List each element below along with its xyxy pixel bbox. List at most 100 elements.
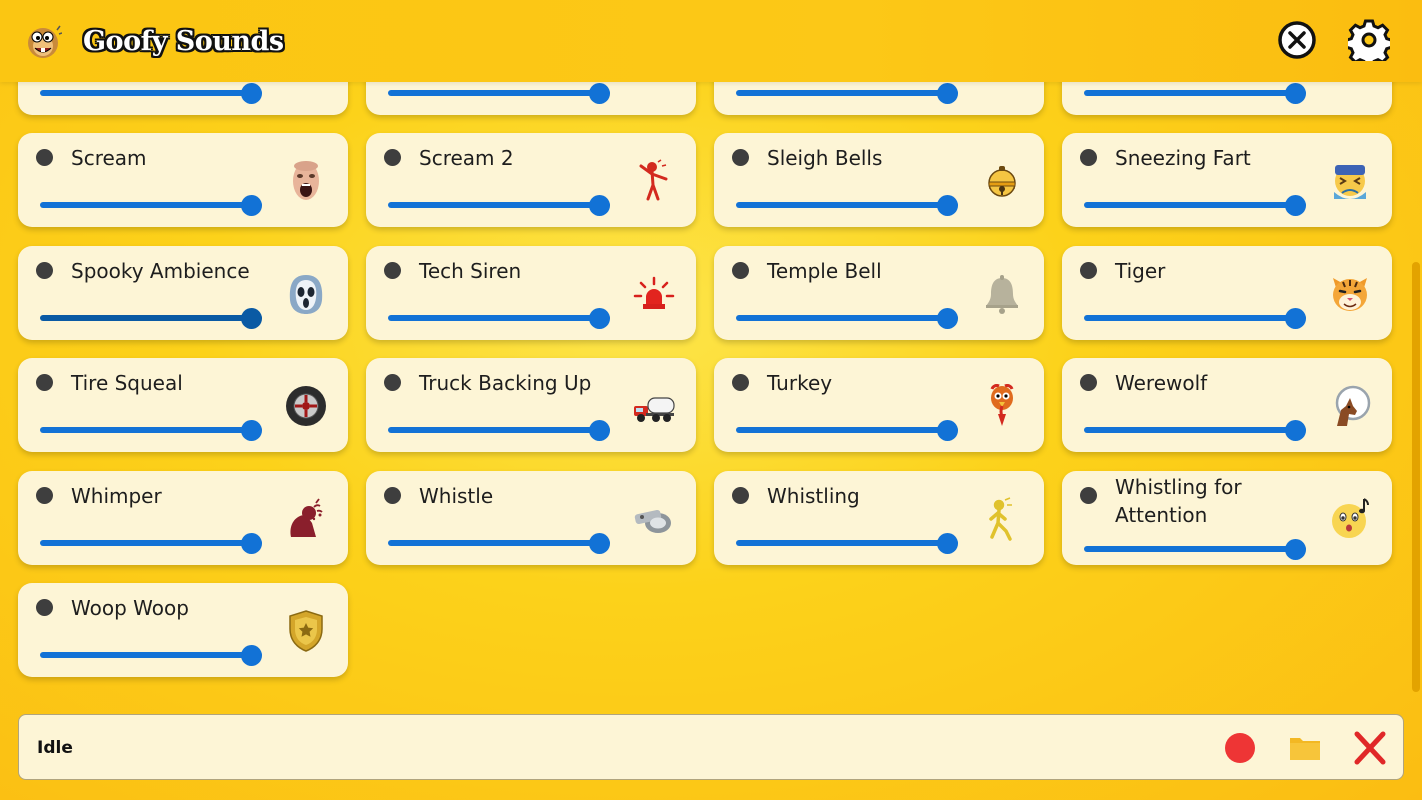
sound-card[interactable]: Tiger xyxy=(1062,245,1392,340)
sound-card[interactable]: Woop Woop xyxy=(18,583,348,677)
volume-slider-track[interactable] xyxy=(1084,314,1306,321)
volume-slider-track[interactable] xyxy=(736,427,958,433)
volume-slider-track[interactable] xyxy=(40,202,262,208)
play-indicator[interactable] xyxy=(1080,149,1097,166)
play-indicator[interactable] xyxy=(384,486,401,504)
volume-slider-knob[interactable] xyxy=(589,307,610,329)
sound-card[interactable]: Scream xyxy=(18,133,348,227)
volume-slider[interactable] xyxy=(1084,83,1306,104)
sound-card[interactable]: Sleigh Bells xyxy=(714,133,1044,227)
volume-slider-track[interactable] xyxy=(40,539,262,546)
volume-slider[interactable] xyxy=(1084,420,1306,441)
scrollbar[interactable] xyxy=(1410,82,1422,702)
volume-slider[interactable] xyxy=(388,307,610,329)
volume-slider-knob[interactable] xyxy=(937,420,958,441)
sound-card-partial[interactable] xyxy=(1062,82,1392,115)
play-indicator[interactable] xyxy=(1080,261,1097,279)
volume-slider-track[interactable] xyxy=(40,90,262,96)
volume-slider-track[interactable] xyxy=(40,314,262,321)
volume-slider[interactable] xyxy=(388,420,610,441)
volume-slider[interactable] xyxy=(736,307,958,329)
sound-card[interactable]: Scream 2 xyxy=(366,133,696,227)
sound-card[interactable]: Turkey xyxy=(714,358,1044,452)
play-indicator[interactable] xyxy=(384,374,401,391)
volume-slider-track[interactable] xyxy=(1084,427,1306,433)
open-folder-button[interactable] xyxy=(1287,731,1323,765)
volume-slider-track[interactable] xyxy=(388,427,610,433)
volume-slider-knob[interactable] xyxy=(241,532,262,554)
play-indicator[interactable] xyxy=(36,599,53,616)
volume-slider[interactable] xyxy=(736,420,958,441)
play-indicator[interactable] xyxy=(1080,486,1097,504)
volume-slider-knob[interactable] xyxy=(1285,83,1306,104)
settings-button[interactable] xyxy=(1344,19,1394,68)
sound-card-partial[interactable] xyxy=(366,82,696,115)
volume-slider-track[interactable] xyxy=(736,90,958,96)
volume-slider-knob[interactable] xyxy=(1285,538,1306,560)
volume-slider-track[interactable] xyxy=(736,314,958,321)
play-indicator[interactable] xyxy=(384,149,401,166)
sound-card[interactable]: Truck Backing Up xyxy=(366,358,696,452)
sound-card[interactable]: Spooky Ambience xyxy=(18,245,348,340)
play-indicator[interactable] xyxy=(732,374,749,391)
volume-slider-track[interactable] xyxy=(736,539,958,546)
sound-card[interactable]: Whimper xyxy=(18,470,348,565)
scrollbar-thumb[interactable] xyxy=(1412,262,1420,692)
volume-slider-knob[interactable] xyxy=(937,307,958,329)
close-button[interactable] xyxy=(1276,19,1318,61)
play-indicator[interactable] xyxy=(36,486,53,504)
volume-slider[interactable] xyxy=(40,83,262,104)
volume-slider[interactable] xyxy=(736,83,958,104)
volume-slider[interactable] xyxy=(40,307,262,329)
volume-slider-knob[interactable] xyxy=(241,195,262,216)
volume-slider[interactable] xyxy=(388,532,610,554)
play-indicator[interactable] xyxy=(732,261,749,279)
volume-slider[interactable] xyxy=(40,420,262,441)
volume-slider-knob[interactable] xyxy=(937,195,958,216)
volume-slider[interactable] xyxy=(1084,538,1306,560)
play-indicator[interactable] xyxy=(732,486,749,504)
stop-button[interactable] xyxy=(1352,731,1388,765)
volume-slider-knob[interactable] xyxy=(241,83,262,104)
volume-slider-knob[interactable] xyxy=(1285,195,1306,216)
volume-slider[interactable] xyxy=(1084,307,1306,329)
volume-slider-track[interactable] xyxy=(388,539,610,546)
volume-slider-knob[interactable] xyxy=(589,83,610,104)
play-indicator[interactable] xyxy=(36,261,53,279)
volume-slider-track[interactable] xyxy=(1084,202,1306,208)
sound-card[interactable]: Werewolf xyxy=(1062,358,1392,452)
volume-slider-track[interactable] xyxy=(736,202,958,208)
volume-slider-track[interactable] xyxy=(40,427,262,433)
sound-card[interactable]: Temple Bell xyxy=(714,245,1044,340)
volume-slider[interactable] xyxy=(40,645,262,666)
sound-card[interactable]: Whistling for Attention xyxy=(1062,470,1392,565)
sound-card[interactable]: Whistling xyxy=(714,470,1044,565)
play-indicator[interactable] xyxy=(36,149,53,166)
sound-card[interactable]: Tech Siren xyxy=(366,245,696,340)
sound-card-partial[interactable] xyxy=(714,82,1044,115)
volume-slider-track[interactable] xyxy=(388,202,610,208)
volume-slider-knob[interactable] xyxy=(589,532,610,554)
volume-slider-track[interactable] xyxy=(1084,545,1306,552)
volume-slider-track[interactable] xyxy=(1084,90,1306,96)
volume-slider-knob[interactable] xyxy=(241,645,262,666)
volume-slider[interactable] xyxy=(40,532,262,554)
volume-slider-knob[interactable] xyxy=(241,307,262,329)
volume-slider-knob[interactable] xyxy=(589,195,610,216)
record-button[interactable] xyxy=(1222,731,1258,765)
volume-slider[interactable] xyxy=(1084,195,1306,216)
volume-slider-knob[interactable] xyxy=(1285,420,1306,441)
volume-slider[interactable] xyxy=(40,195,262,216)
sound-card[interactable]: Whistle xyxy=(366,470,696,565)
volume-slider-knob[interactable] xyxy=(589,420,610,441)
play-indicator[interactable] xyxy=(732,149,749,166)
volume-slider-track[interactable] xyxy=(388,90,610,96)
volume-slider-knob[interactable] xyxy=(1285,307,1306,329)
play-indicator[interactable] xyxy=(36,374,53,391)
volume-slider[interactable] xyxy=(736,195,958,216)
volume-slider-track[interactable] xyxy=(40,652,262,658)
volume-slider-knob[interactable] xyxy=(241,420,262,441)
play-indicator[interactable] xyxy=(1080,374,1097,391)
sound-card[interactable]: Sneezing Fart xyxy=(1062,133,1392,227)
volume-slider[interactable] xyxy=(388,83,610,104)
